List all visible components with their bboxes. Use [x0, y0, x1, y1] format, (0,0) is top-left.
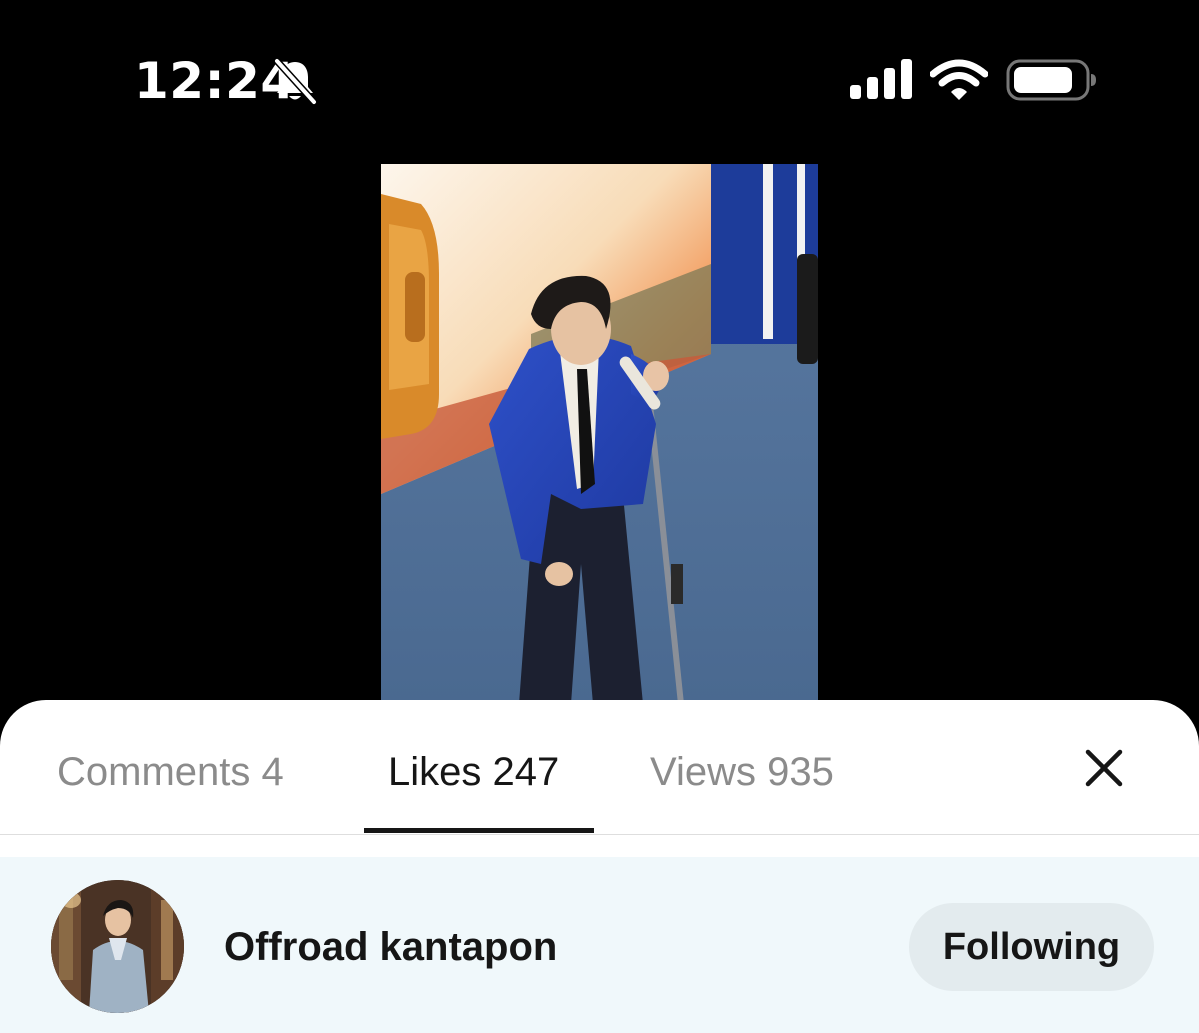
tabs-divider [0, 834, 1199, 835]
avatar[interactable] [51, 880, 184, 1013]
status-bar: 12:24 [0, 0, 1199, 150]
video-frame [381, 164, 818, 704]
tab-bar: Comments 4 Likes 247 Views 935 [0, 700, 1199, 834]
avatar-image [51, 880, 184, 1013]
tab-comments[interactable]: Comments 4 [57, 746, 284, 798]
list-item[interactable]: Offroad kantapon Following [0, 857, 1199, 1033]
video-player[interactable] [381, 164, 818, 704]
tab-views[interactable]: Views 935 [650, 746, 834, 798]
close-icon[interactable] [1080, 744, 1128, 792]
battery-icon [1006, 59, 1096, 101]
user-name[interactable]: Offroad kantapon [224, 921, 557, 973]
following-button[interactable]: Following [909, 903, 1154, 991]
cellular-signal-icon [850, 59, 912, 99]
bell-slash-icon [273, 57, 318, 106]
tab-likes[interactable]: Likes 247 [388, 746, 559, 798]
wifi-icon [930, 59, 988, 100]
active-tab-indicator [364, 828, 594, 833]
engagement-sheet: Comments 4 Likes 247 Views 935 Offroad k… [0, 700, 1199, 1033]
